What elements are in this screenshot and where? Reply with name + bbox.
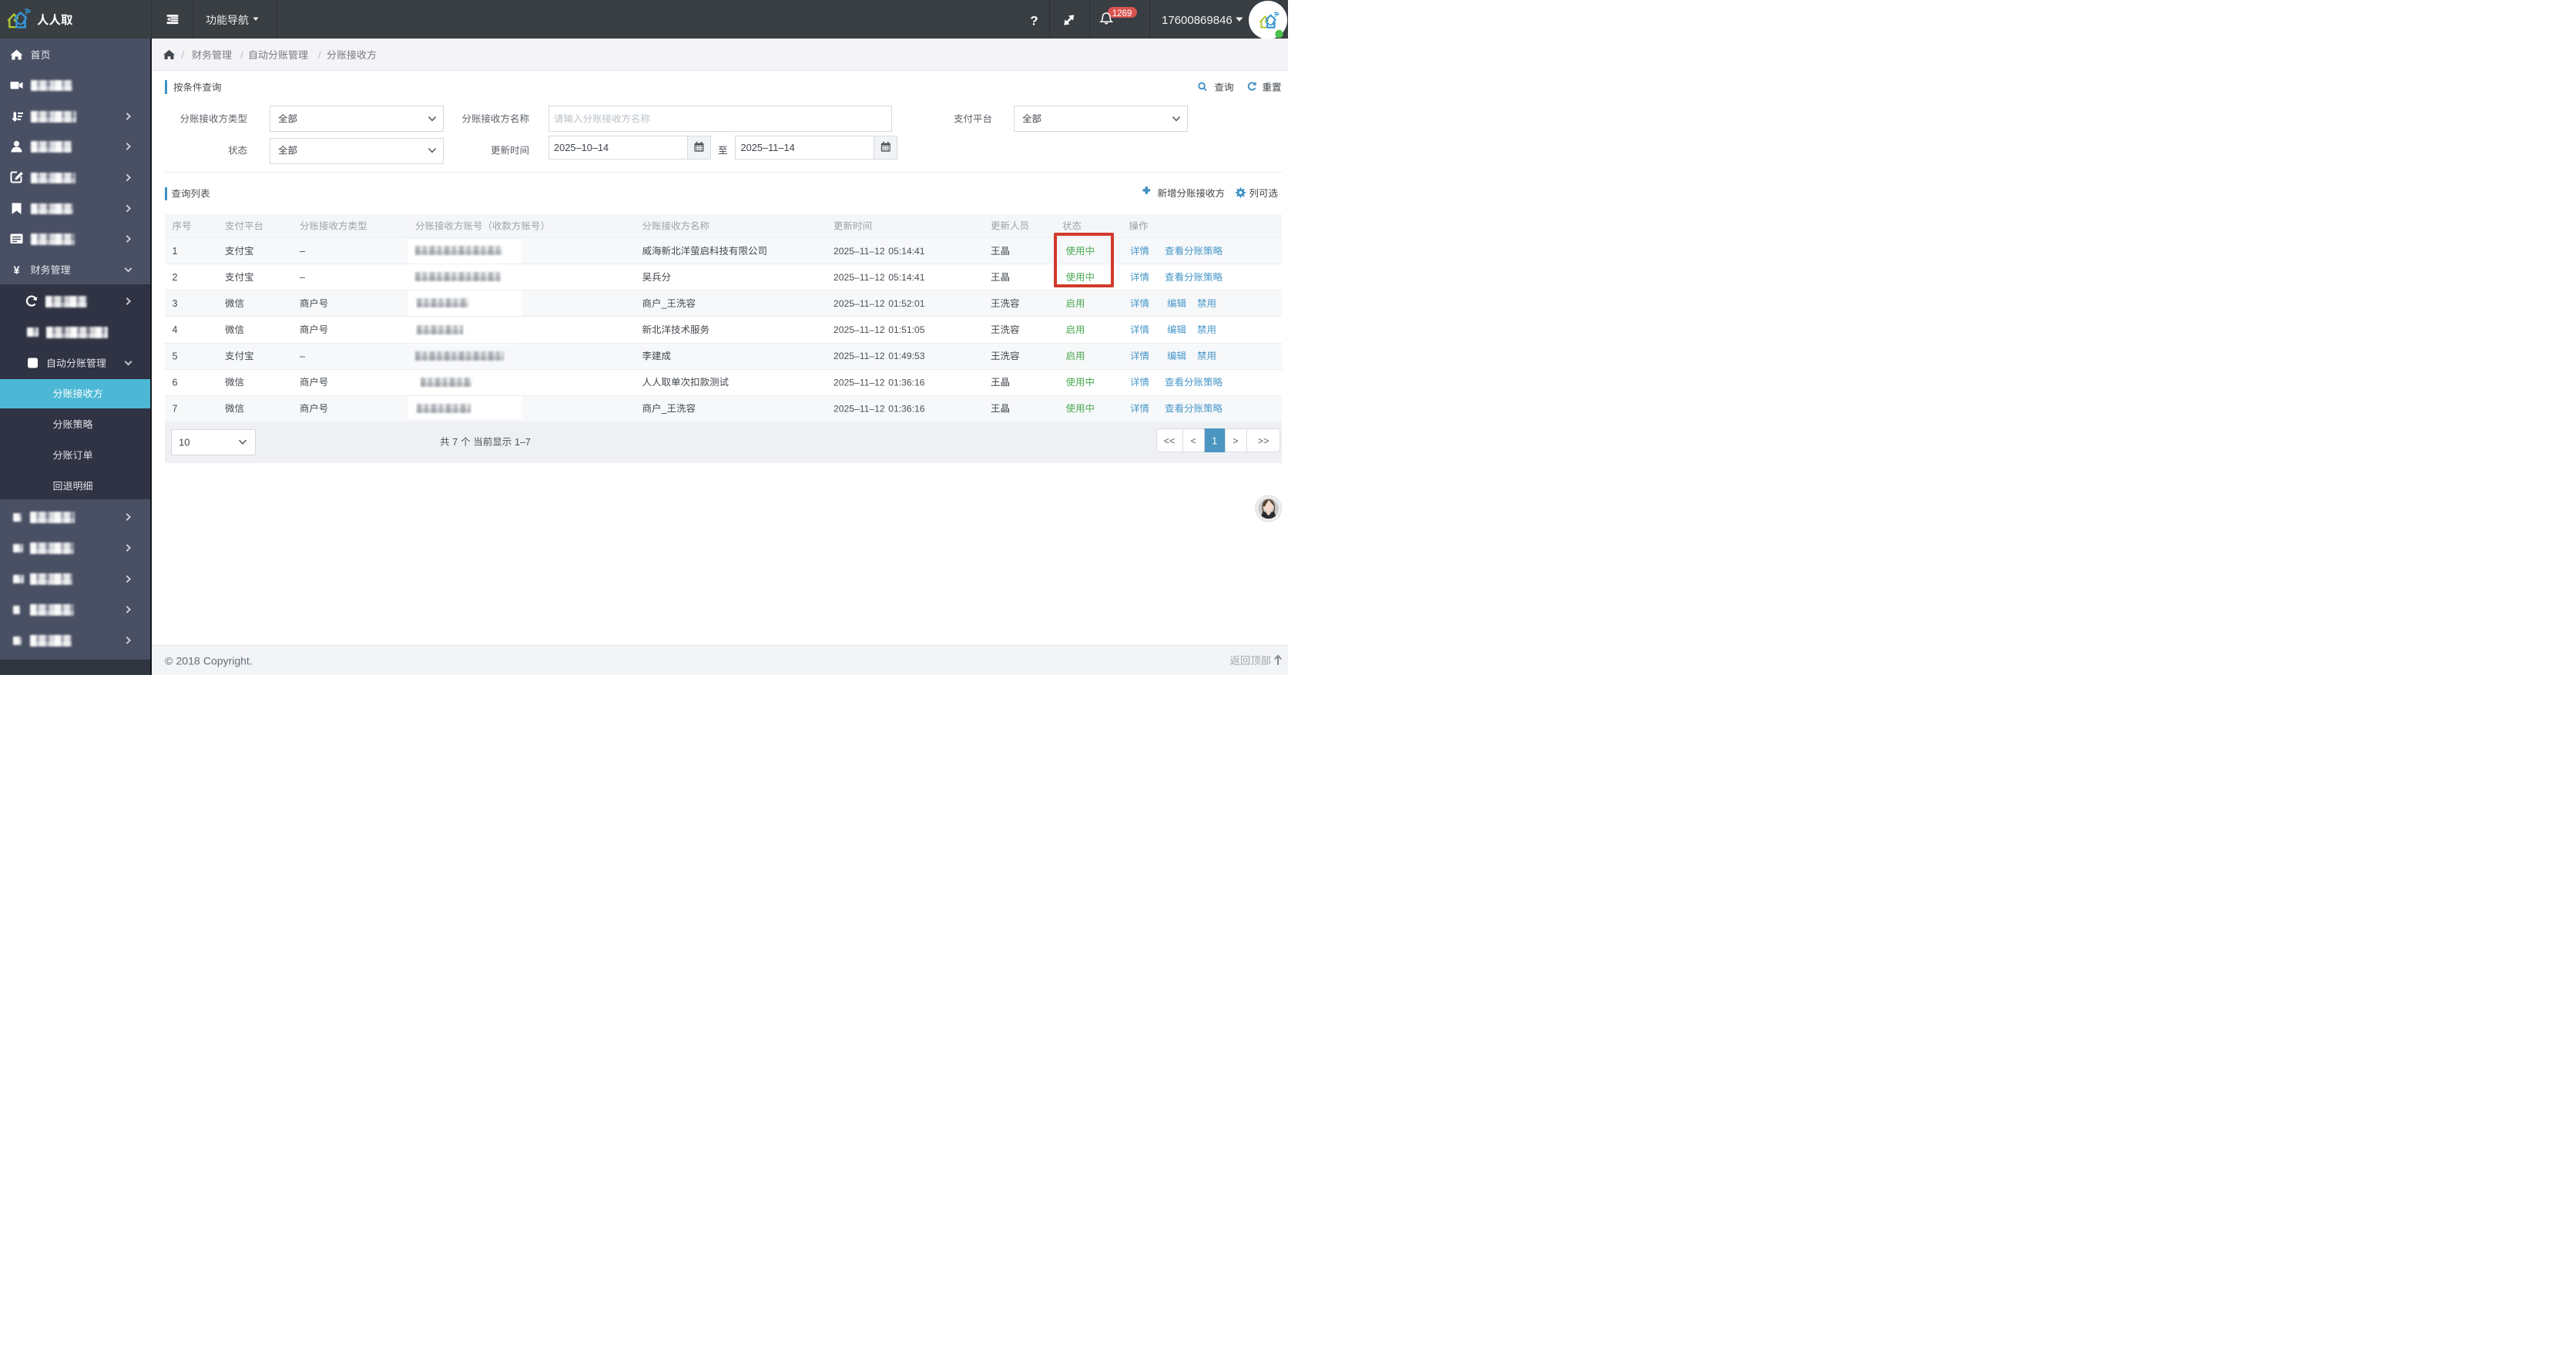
svg-text:–: – [300, 351, 305, 361]
svg-text:/: / [240, 49, 243, 61]
svg-text:01:36:16: 01:36:16 [888, 377, 925, 388]
svg-text:01:49:53: 01:49:53 [888, 351, 925, 361]
svg-text:>>: >> [1258, 436, 1270, 447]
svg-text:/: / [182, 49, 185, 61]
svg-text:_: _ [661, 404, 668, 415]
svg-text:2: 2 [173, 272, 178, 283]
svg-text:>: > [1233, 436, 1238, 447]
svg-text:05:14:41: 05:14:41 [888, 272, 925, 283]
svg-text:Copyright.: Copyright. [203, 654, 253, 667]
svg-text:17600869846: 17600869846 [1162, 14, 1233, 27]
svg-text:¥: ¥ [14, 265, 20, 277]
svg-text:–: – [300, 272, 305, 283]
svg-text:01:52:01: 01:52:01 [888, 298, 925, 309]
svg-text:2025–11–12: 2025–11–12 [834, 377, 885, 388]
svg-text:2025–10–14: 2025–10–14 [554, 142, 609, 153]
svg-text:3: 3 [173, 298, 178, 309]
svg-text:_: _ [661, 298, 668, 309]
svg-text:2025–11–12: 2025–11–12 [834, 246, 885, 257]
svg-text:–: – [300, 246, 305, 257]
svg-text:2025–11–14: 2025–11–14 [741, 142, 795, 153]
svg-text:/: / [318, 49, 321, 61]
svg-text:4: 4 [173, 324, 178, 335]
svg-text:1: 1 [173, 246, 178, 257]
svg-text:1: 1 [1212, 436, 1217, 447]
svg-text:10: 10 [179, 436, 190, 448]
svg-text:?: ? [1030, 13, 1038, 28]
svg-text:2025–11–12: 2025–11–12 [834, 403, 885, 414]
svg-text:2025–11–12: 2025–11–12 [834, 272, 885, 283]
svg-text:7: 7 [173, 404, 178, 415]
svg-text:©: © [165, 654, 173, 667]
svg-text:01:36:16: 01:36:16 [888, 403, 925, 414]
svg-text:<: < [1191, 436, 1196, 447]
svg-text:1–7: 1–7 [515, 437, 531, 448]
svg-text:2025–11–12: 2025–11–12 [834, 351, 885, 361]
svg-text:2018: 2018 [176, 654, 200, 667]
svg-text:6: 6 [173, 377, 178, 388]
svg-text:<<: << [1164, 436, 1176, 447]
svg-text:1269: 1269 [1112, 9, 1132, 18]
svg-text:5: 5 [173, 351, 178, 361]
svg-text:2025–11–12: 2025–11–12 [834, 324, 885, 335]
svg-text:7: 7 [452, 437, 458, 448]
svg-text:01:51:05: 01:51:05 [888, 324, 925, 335]
svg-text:2025–11–12: 2025–11–12 [834, 298, 885, 309]
svg-text:05:14:41: 05:14:41 [888, 246, 925, 257]
